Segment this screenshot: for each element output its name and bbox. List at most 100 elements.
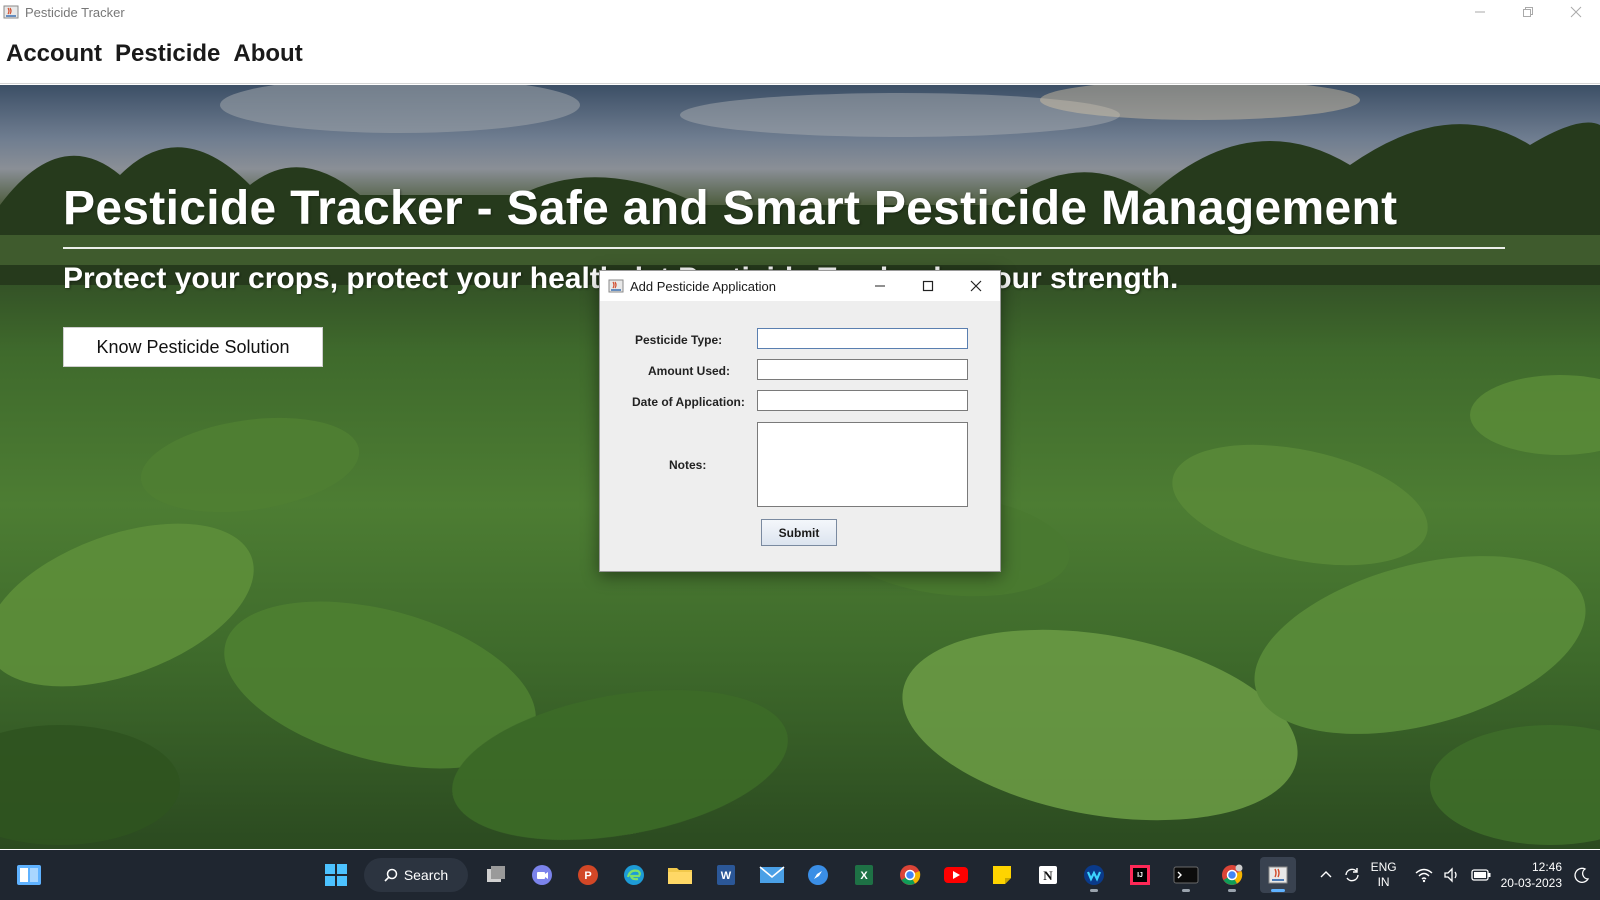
edge-icon xyxy=(624,865,644,885)
clock-button[interactable]: 12:46 20-03-2023 xyxy=(1501,859,1562,891)
sync-icon xyxy=(1344,868,1359,882)
powerpoint-button[interactable]: P xyxy=(570,857,606,893)
window-title: Pesticide Tracker xyxy=(25,4,125,20)
wifi-icon xyxy=(1415,868,1433,883)
wifi-button[interactable] xyxy=(1415,867,1433,883)
clock-date: 20-03-2023 xyxy=(1500,876,1562,890)
volume-button[interactable] xyxy=(1443,867,1461,883)
clock-time: 12:46 xyxy=(1531,860,1562,874)
minimize-button[interactable] xyxy=(1456,0,1504,24)
powerpoint-icon: P xyxy=(578,865,598,885)
dialog-title: Add Pesticide Application xyxy=(630,278,776,294)
browser-compass-button[interactable] xyxy=(800,857,836,893)
task-view-button[interactable] xyxy=(478,857,514,893)
dialog-minimize-button[interactable] xyxy=(856,271,904,301)
excel-icon: X xyxy=(855,865,873,885)
start-button[interactable] xyxy=(16,863,42,892)
dialog-maximize-button[interactable] xyxy=(904,271,952,301)
sync-button[interactable] xyxy=(1343,866,1361,884)
maximize-icon xyxy=(922,280,934,292)
show-hidden-icons-button[interactable] xyxy=(1319,868,1333,882)
folder-icon xyxy=(668,868,692,884)
notion-button[interactable]: N xyxy=(1030,857,1066,893)
menu-about[interactable]: About xyxy=(233,40,302,68)
svg-text:IJ: IJ xyxy=(1137,872,1143,879)
search-label: Search xyxy=(403,867,449,883)
excel-button[interactable]: X xyxy=(846,857,882,893)
hero-title: Pesticide Tracker - Safe and Smart Pesti… xyxy=(63,182,1398,235)
java-app-button[interactable] xyxy=(1260,857,1296,893)
hero-divider xyxy=(63,247,1505,249)
svg-text:X: X xyxy=(860,870,868,882)
compass-icon xyxy=(808,865,828,885)
system-tray: ENG IN 12:46 20-03-2023 xyxy=(1319,850,1600,900)
add-pesticide-dialog: Add Pesticide Application Pesticide Type… xyxy=(599,270,1001,572)
minimize-icon xyxy=(875,285,885,287)
intellij-icon: IJ xyxy=(1130,865,1150,885)
terminal-button[interactable] xyxy=(1168,857,1204,893)
chrome-button[interactable] xyxy=(892,857,928,893)
amount-used-input[interactable] xyxy=(757,359,968,380)
svg-text:N: N xyxy=(1043,868,1053,883)
restore-icon xyxy=(1523,7,1533,17)
pesticide-type-label: Pesticide Type: xyxy=(635,333,723,347)
file-explorer-button[interactable] xyxy=(662,857,698,893)
volume-icon xyxy=(1443,867,1457,883)
restore-button[interactable] xyxy=(1504,0,1552,24)
menu-pesticide[interactable]: Pesticide xyxy=(115,40,220,68)
webex-button[interactable] xyxy=(1076,857,1112,893)
sticky-notes-icon xyxy=(993,866,1011,884)
mail-icon xyxy=(759,866,785,883)
widgets-icon xyxy=(17,865,41,885)
youtube-icon xyxy=(944,867,968,883)
know-pesticide-solution-button[interactable]: Know Pesticide Solution xyxy=(63,327,323,367)
teams-chat-button[interactable] xyxy=(524,857,560,893)
youtube-button[interactable] xyxy=(938,857,974,893)
moon-icon xyxy=(1574,867,1590,883)
sticky-notes-button[interactable] xyxy=(984,857,1020,893)
pesticide-type-input[interactable] xyxy=(757,328,968,349)
dialog-close-button[interactable] xyxy=(952,271,1000,301)
word-button[interactable]: W xyxy=(708,857,744,893)
window-titlebar: Pesticide Tracker xyxy=(0,0,1600,24)
java-app-icon xyxy=(608,279,624,293)
windows-start-button[interactable] xyxy=(318,857,354,893)
teams-chat-icon xyxy=(532,865,552,885)
menu-account[interactable]: Account xyxy=(6,40,102,68)
word-icon: W xyxy=(717,865,735,885)
date-of-application-input[interactable] xyxy=(757,390,968,411)
close-icon xyxy=(970,280,982,292)
minimize-icon xyxy=(1475,11,1485,13)
task-view-icon xyxy=(487,866,505,882)
battery-icon xyxy=(1470,869,1491,881)
webex-icon xyxy=(1084,865,1104,885)
date-of-application-label: Date of Application: xyxy=(632,395,745,409)
language-code: ENG xyxy=(1370,860,1397,874)
svg-text:P: P xyxy=(584,870,591,882)
java-app-icon xyxy=(1268,866,1288,884)
submit-button[interactable]: Submit xyxy=(761,519,837,546)
edge-button[interactable] xyxy=(616,857,652,893)
chrome-profile-button[interactable] xyxy=(1214,857,1250,893)
close-button[interactable] xyxy=(1552,0,1600,24)
focus-assist-button[interactable] xyxy=(1574,867,1590,883)
battery-button[interactable] xyxy=(1470,868,1491,882)
region-code: IN xyxy=(1377,875,1390,889)
java-app-icon xyxy=(3,5,19,19)
mail-button[interactable] xyxy=(754,857,790,893)
notes-label: Notes: xyxy=(669,458,707,472)
svg-text:W: W xyxy=(721,870,732,882)
search-icon xyxy=(384,868,398,882)
taskbar: Search P W X N IJ ENG IN 12:46 20-03-202… xyxy=(0,850,1600,900)
amount-used-label: Amount Used: xyxy=(648,364,730,378)
chevron-up-icon xyxy=(1320,871,1332,878)
notes-textarea[interactable] xyxy=(757,422,968,507)
input-language-button[interactable]: ENG IN xyxy=(1371,860,1397,890)
menu-bar: Account Pesticide About xyxy=(0,24,1600,84)
intellij-button[interactable]: IJ xyxy=(1122,857,1158,893)
notion-icon: N xyxy=(1039,866,1057,884)
windows-logo-icon xyxy=(325,864,347,886)
chrome-profile-icon xyxy=(1222,864,1243,885)
taskbar-search[interactable]: Search xyxy=(364,858,468,892)
terminal-icon xyxy=(1173,866,1199,884)
